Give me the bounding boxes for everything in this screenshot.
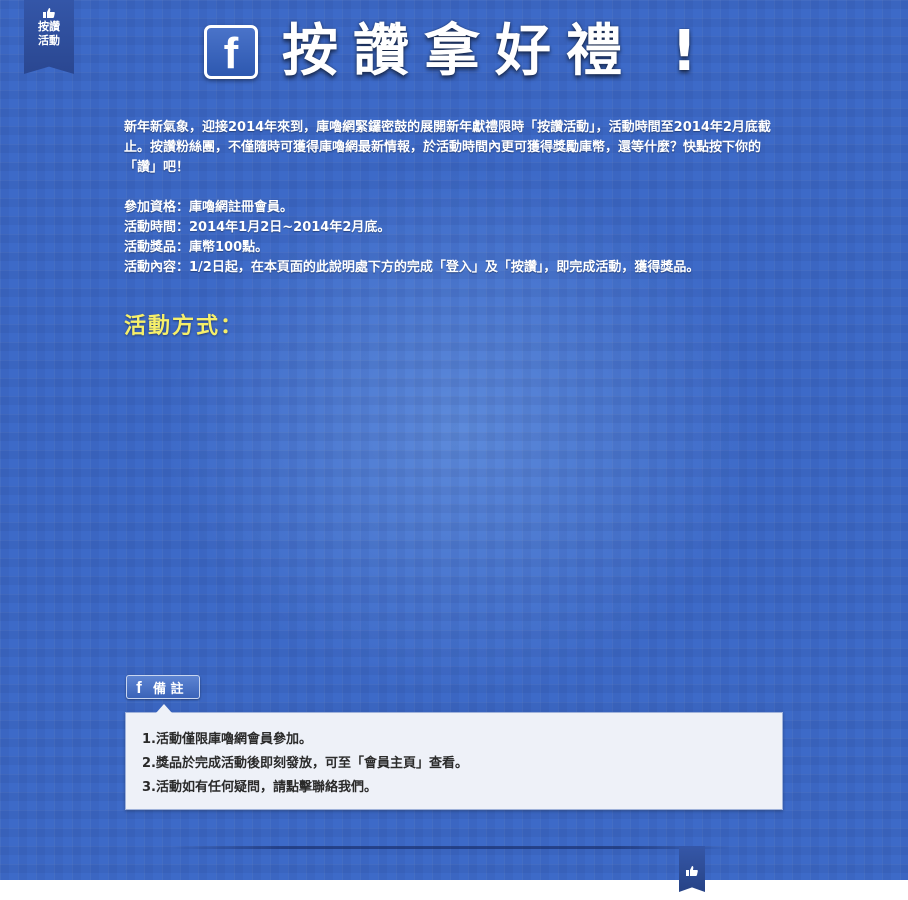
campaign-details: 參加資格：庫嚕網註冊會員。 活動時間：2014年1月2日~2014年2月底。 活…	[124, 198, 788, 278]
detail-content: 活動內容：1/2日起，在本頁面的此說明處下方的完成「登入」及「按讚」，即完成活動…	[124, 260, 700, 275]
method-heading: 活動方式：	[124, 314, 245, 339]
note-item-contact[interactable]: 3.活動如有任何疑問，請點擊聯絡我們。	[142, 776, 782, 800]
like-campaign-ribbon[interactable]: 按讚 活動	[24, 0, 74, 74]
detail-period: 活動時間：2014年1月2日~2014年2月底。	[124, 220, 391, 235]
notes-tab-label: 備 註	[153, 681, 184, 697]
footer-divider	[170, 846, 730, 849]
thumbs-up-icon	[686, 866, 698, 876]
thumbs-up-icon	[43, 8, 55, 18]
page-title: 按讚拿好禮 !	[282, 19, 713, 84]
note-item: 1.活動僅限庫嚕網會員參加。	[142, 732, 312, 747]
detail-prize: 活動獎品：庫幣100點。	[124, 240, 269, 255]
page-background: 按讚 活動 f 按讚拿好禮 ! 新年新氣象，迎接2014年來到，庫嚕網緊鑼密鼓的…	[0, 0, 908, 880]
facebook-logo-icon: f	[204, 25, 258, 79]
bottom-like-tab[interactable]	[679, 846, 705, 892]
facebook-small-icon: f	[136, 678, 142, 697]
detail-eligibility: 參加資格：庫嚕網註冊會員。	[124, 200, 294, 215]
notes-list: 1.活動僅限庫嚕網會員參加。 2.獎品於完成活動後即刻發放，可至「會員主頁」查看…	[126, 713, 782, 800]
page-header: f 按讚拿好禮 !	[204, 22, 712, 82]
notes-tab: f 備 註	[126, 675, 200, 699]
ribbon-label-line1: 按讚	[38, 20, 60, 33]
ribbon-label-line2: 活動	[38, 34, 60, 47]
intro-paragraph: 新年新氣象，迎接2014年來到，庫嚕網緊鑼密鼓的展開新年獻禮限時「按讚活動」，活…	[124, 120, 771, 175]
note-item: 2.獎品於完成活動後即刻發放，可至「會員主頁」查看。	[142, 756, 468, 771]
notes-box: 1.活動僅限庫嚕網會員參加。 2.獎品於完成活動後即刻發放，可至「會員主頁」查看…	[125, 704, 783, 810]
